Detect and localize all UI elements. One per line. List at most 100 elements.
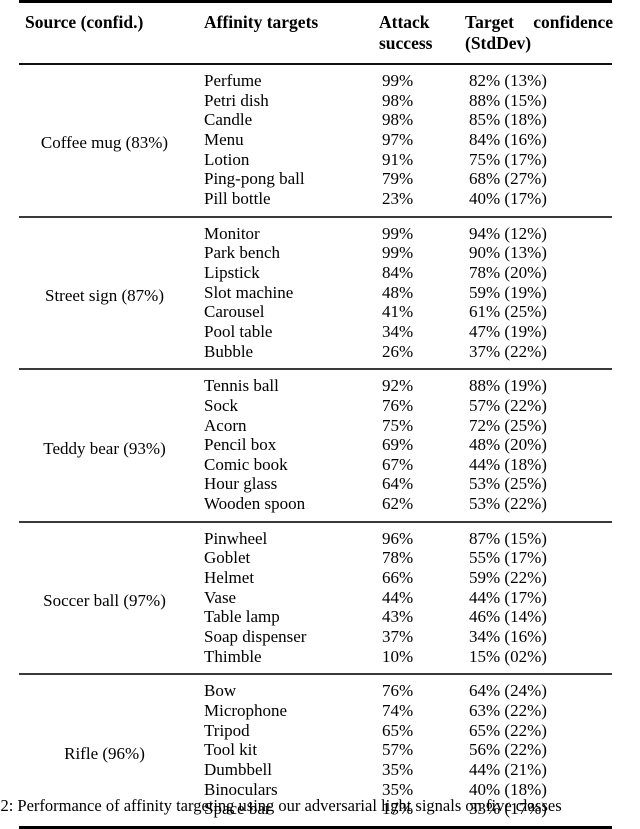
target-confidence: 68% (27%) (469, 169, 547, 189)
target-confidence: 90% (13%) (469, 243, 547, 263)
attack-success: 35% (382, 760, 414, 779)
target-confidence: 48% (20%) (469, 435, 547, 455)
affinity-target: Slot machine (204, 282, 294, 302)
attack-success: 74% (382, 701, 414, 721)
affinity-target: Hour glass (204, 474, 278, 494)
source-label: Teddy bear (93%) (19, 368, 198, 522)
table-group-street-sign: Street sign (87%) Monitor 99% 94% (12%) … (19, 215, 612, 370)
target-confidence: 55% (17%) (469, 548, 547, 568)
attack-success: 34% (382, 321, 414, 341)
affinity-target: Menu (204, 129, 244, 149)
attack-success: 96% (373, 520, 459, 549)
target-confidence: 59% (19%) (469, 282, 547, 302)
target-confidence: 78% (20%) (469, 262, 547, 282)
target-confidence: 56% (22%) (469, 740, 547, 760)
attack-success: 44% (382, 587, 414, 607)
attack-success: 41% (382, 302, 414, 322)
target-confidence: 88% (19%) (459, 368, 612, 396)
column-header-source-label: Source (confid.) (25, 12, 144, 32)
affinity-target: Bubble (204, 341, 254, 361)
attack-success: 98% (382, 90, 414, 110)
affinity-target: Carousel (204, 302, 265, 322)
target-confidence: 44% (17%) (469, 587, 547, 607)
attack-success: 84% (382, 262, 414, 282)
target-confidence: 87% (15%) (459, 520, 612, 549)
table-row: Rifle (96%) Bow 76% 64% (24%) (19, 673, 612, 828)
affinity-target: Tennis ball (198, 368, 373, 396)
affinity-target: Goblet (204, 548, 251, 568)
source-label: Coffee mug (83%) (19, 63, 198, 217)
affinity-target: Pencil box (204, 435, 277, 455)
affinity-target: Pool table (204, 321, 273, 341)
attack-success: 43% (382, 607, 414, 627)
table-group-coffee-mug: Coffee mug (83%) Perfume 99% 82% (13%) P… (19, 63, 612, 217)
table-caption-text: e 2: Performance of affinity targeting u… (0, 796, 562, 815)
column-header-attack-line2: success (379, 32, 433, 53)
target-confidence: 47% (19%) (469, 321, 547, 341)
source-label: Street sign (87%) (19, 215, 198, 370)
affinity-target: Dumbbell (204, 760, 272, 779)
attack-success: 64% (382, 474, 414, 494)
attack-success: 92% (373, 368, 459, 396)
affinity-target: Pill bottle (204, 188, 271, 208)
affinity-target: Helmet (204, 568, 255, 588)
attack-success: 26% (382, 341, 414, 361)
affinity-target: Tool kit (204, 740, 258, 760)
attack-success: 65% (382, 720, 414, 740)
target-confidence: 63% (22%) (469, 701, 547, 721)
affinity-target: Petri dish (204, 90, 269, 110)
affinity-target: Candle (204, 110, 253, 130)
table-row: Street sign (87%) Monitor 99% 94% (12%) (19, 215, 612, 370)
attack-success: 69% (382, 435, 414, 455)
table-header: Source (confid.) Affinity targets Attack… (19, 0, 613, 64)
affinity-target: Wooden spoon (204, 494, 306, 514)
target-confidence: 94% (12%) (459, 215, 612, 244)
column-header-confidence-line1: Target confidence (465, 12, 613, 32)
target-confidence: 37% (22%) (469, 341, 547, 361)
table-figure: Source (confid.) Affinity targets Attack… (0, 0, 640, 829)
affinity-target: Tripod (204, 720, 250, 740)
attack-success: 62% (382, 494, 414, 514)
target-confidence: 88% (15%) (469, 90, 547, 110)
affinity-target: Comic book (204, 454, 288, 474)
affinity-target: Sock (204, 395, 238, 415)
column-header-source: Source (confid.) (19, 0, 198, 64)
target-confidence: 61% (25%) (469, 302, 547, 322)
attack-success: 23% (382, 188, 414, 208)
affinity-target: Table lamp (204, 607, 280, 627)
affinity-target: Pinwheel (198, 520, 373, 549)
target-confidence: 75% (17%) (469, 149, 547, 169)
target-confidence: 57% (22%) (469, 395, 547, 415)
attack-success: 66% (382, 568, 414, 588)
column-header-affinity-targets-label: Affinity targets (204, 12, 319, 32)
target-confidence: 59% (22%) (469, 568, 547, 588)
column-header-confidence-line2: (StdDev) (465, 32, 532, 53)
attack-success: 97% (382, 129, 414, 149)
target-confidence: 34% (16%) (469, 627, 547, 647)
column-header-attack-success: Attack success (373, 0, 459, 64)
table-top-rule: Source (confid.) Affinity targets Attack… (19, 0, 613, 64)
attack-success: 99% (373, 215, 459, 244)
target-confidence: 85% (18%) (469, 110, 547, 130)
affinity-target: Bow (198, 673, 373, 702)
affinity-target: Vase (204, 587, 237, 607)
attack-success: 57% (382, 740, 414, 760)
affinity-target: Lotion (204, 149, 250, 169)
affinity-target: Thimble (204, 646, 262, 666)
attack-success: 79% (382, 169, 414, 189)
table-row: Teddy bear (93%) Tennis ball 92% 88% (19… (19, 368, 612, 522)
affinity-target: Soap dispenser (204, 627, 307, 647)
target-confidence: 15% (02%) (469, 646, 547, 666)
attack-success: 37% (382, 627, 414, 647)
source-label: Soccer ball (97%) (19, 520, 198, 675)
table-group-soccer-ball: Soccer ball (97%) Pinwheel 96% 87% (15%)… (19, 520, 612, 675)
attack-success: 78% (382, 548, 414, 568)
column-header-attack-line1: Attack (379, 12, 430, 32)
table-caption: e 2: Performance of affinity targeting u… (0, 796, 640, 816)
attack-success: 10% (382, 646, 414, 666)
affinity-target: Monitor (198, 215, 373, 244)
target-confidence: 84% (16%) (469, 129, 547, 149)
affinity-targeting-results-table: Source (confid.) Affinity targets Attack… (19, 0, 613, 829)
target-confidence: 64% (24%) (459, 673, 612, 702)
target-confidence: 40% (17%) (469, 188, 547, 208)
